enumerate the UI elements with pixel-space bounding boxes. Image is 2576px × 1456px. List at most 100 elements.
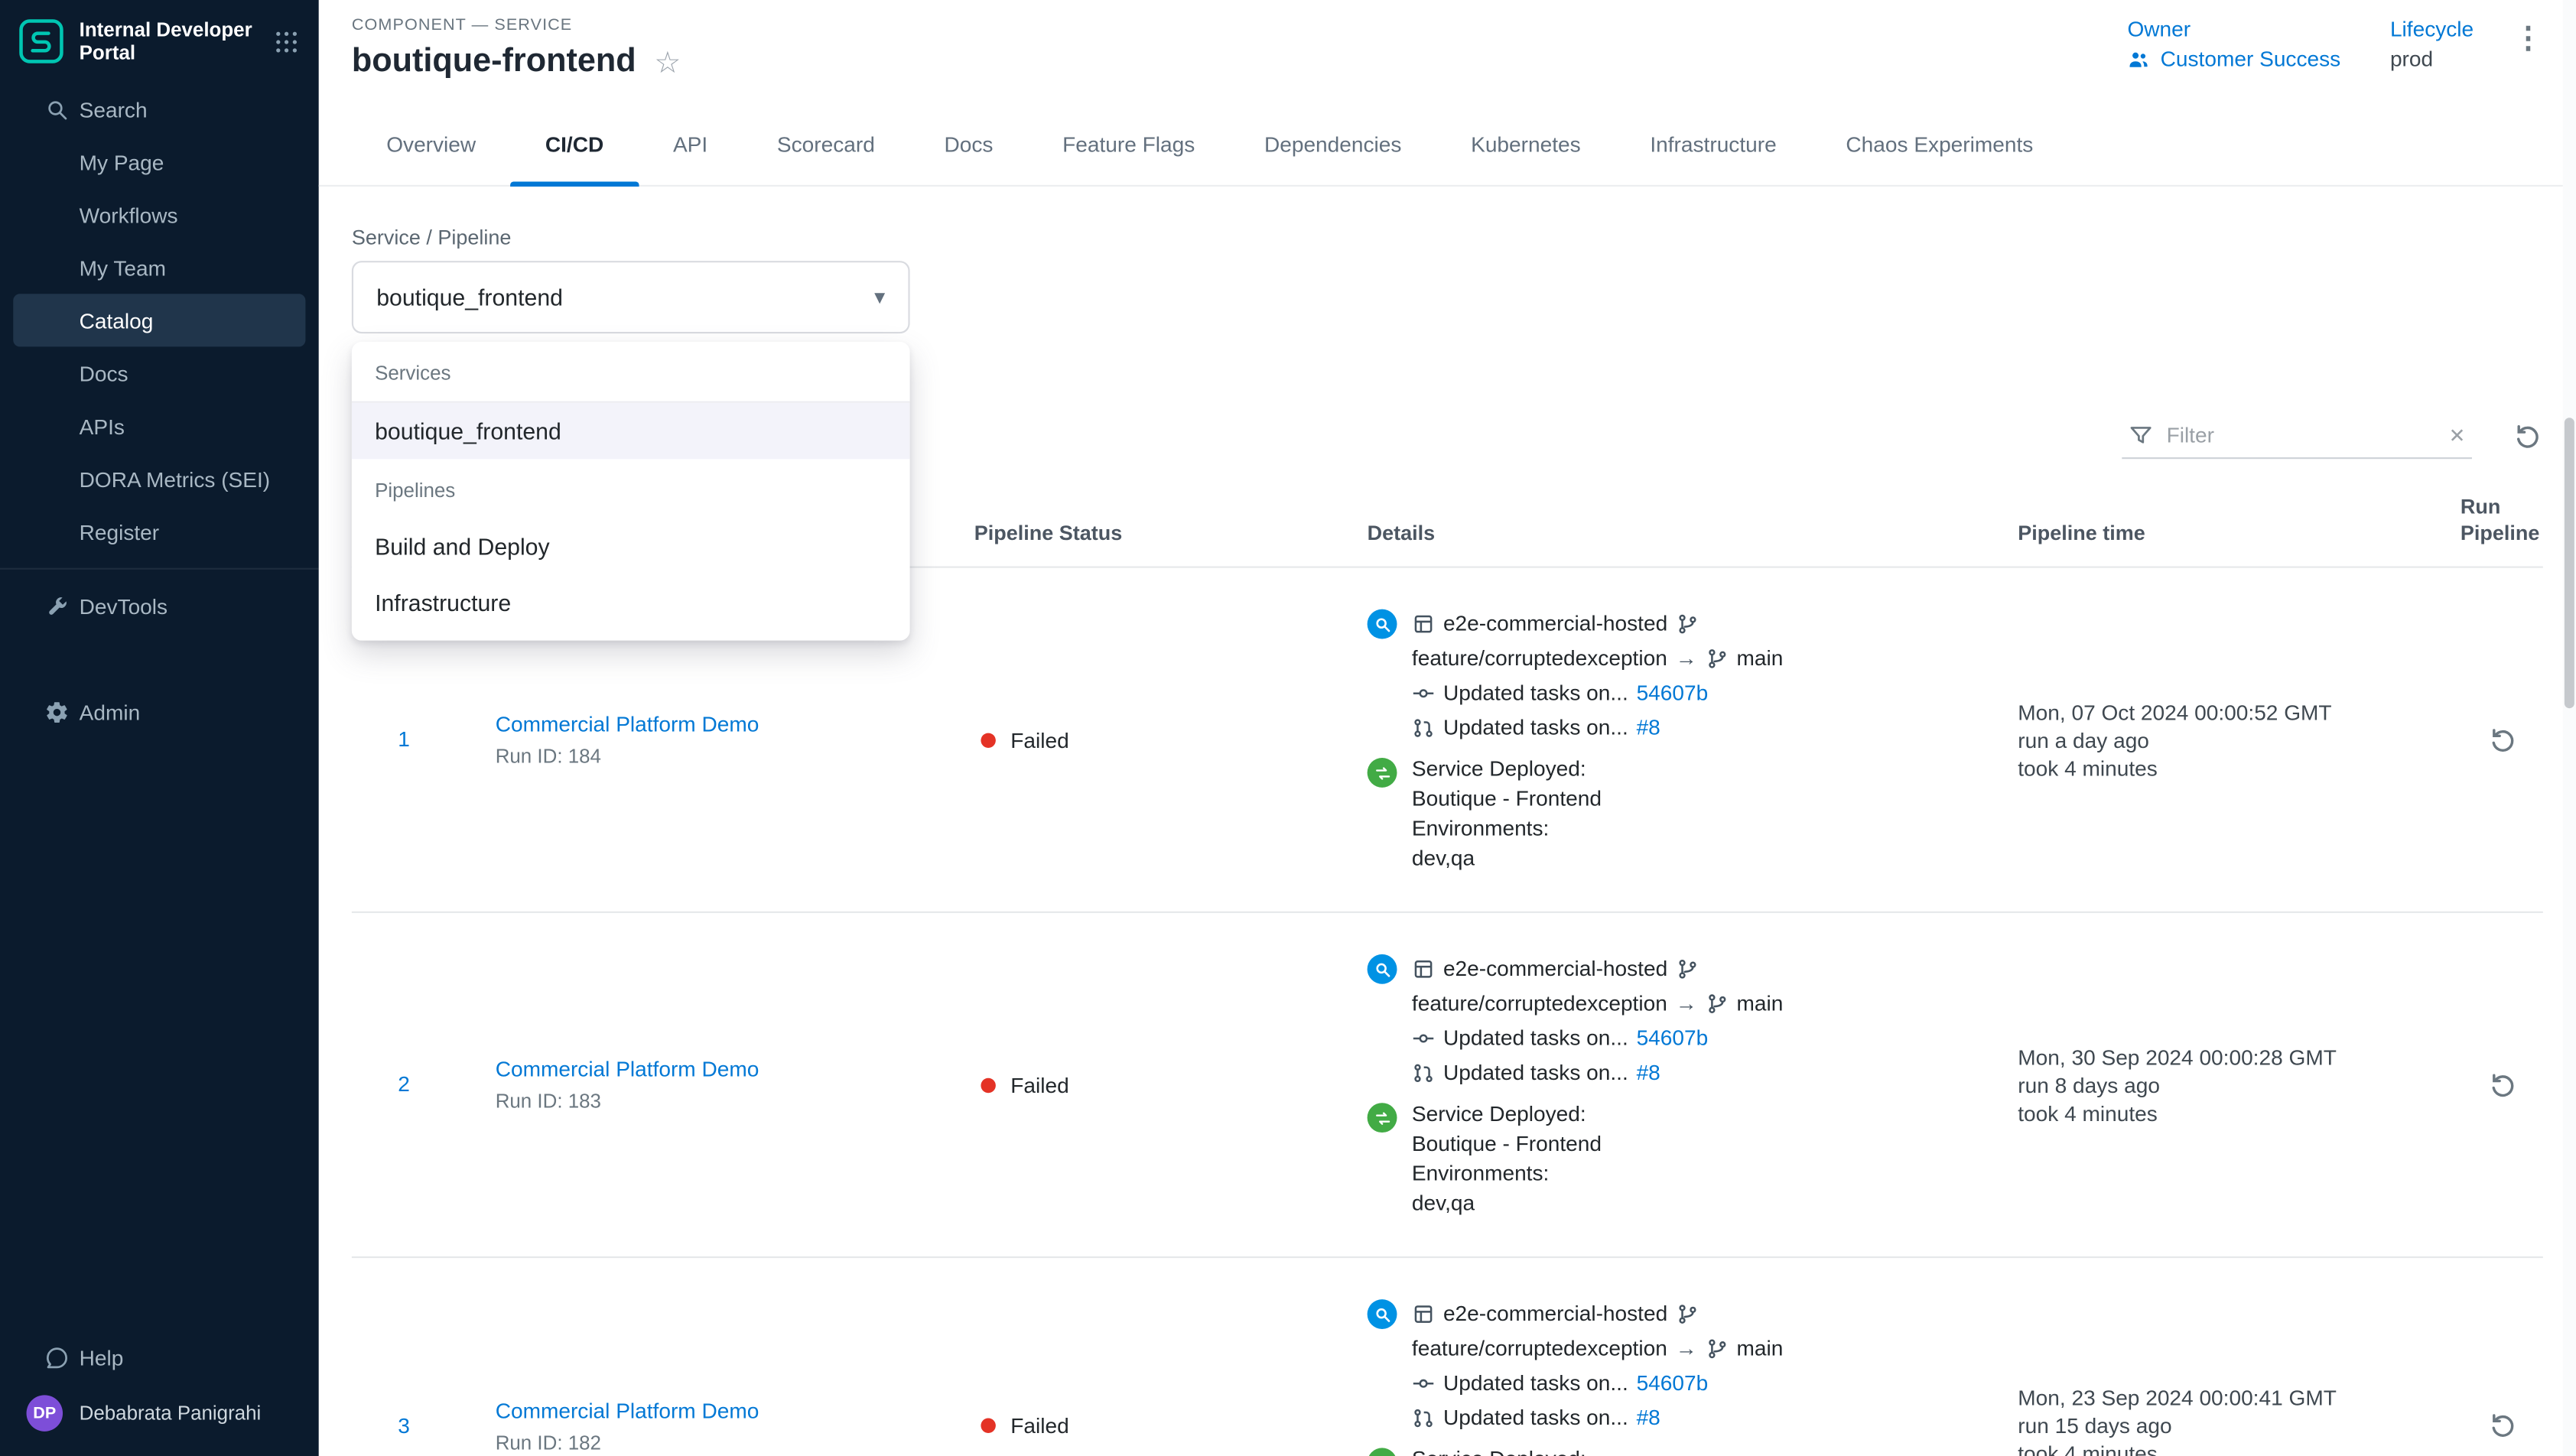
sidebar-item-apis[interactable]: APIs xyxy=(0,399,319,452)
sidebar-item-my-team[interactable]: My Team xyxy=(0,241,319,294)
pr-message: Updated tasks on... xyxy=(1443,1060,1628,1084)
tab-infrastructure[interactable]: Infrastructure xyxy=(1615,102,1811,185)
sidebar-item-docs[interactable]: Docs xyxy=(0,346,319,399)
repository-icon xyxy=(1412,957,1435,980)
deploy-info-line: Service Deployed: xyxy=(1412,1100,1602,1129)
sidebar-item-label: Search xyxy=(80,96,148,121)
tab-cicd[interactable]: CI/CD xyxy=(511,102,639,185)
repo-name: e2e-commercial-hosted xyxy=(1443,956,1667,980)
commit-hash-link[interactable]: 54607b xyxy=(1637,1025,1709,1050)
dropdown-option-infrastructure[interactable]: Infrastructure xyxy=(352,574,910,630)
commit-hash-link[interactable]: 54607b xyxy=(1637,680,1709,704)
pipeline-run-date: Mon, 30 Sep 2024 00:00:28 GMT xyxy=(2018,1042,2461,1071)
run-number-link[interactable]: 3 xyxy=(398,1412,410,1437)
run-pipeline-button[interactable] xyxy=(2486,1069,2517,1100)
run-id: Run ID: 183 xyxy=(496,1090,974,1113)
cicd-content: Service / Pipeline boutique_frontend ▾ S… xyxy=(319,187,2576,1456)
dropdown-group-header: Pipelines xyxy=(352,459,910,518)
status-failed-dot xyxy=(981,733,995,747)
sidebar-item-devtools[interactable]: DevTools xyxy=(0,580,319,632)
owner-value-link[interactable]: Customer Success xyxy=(2161,46,2341,70)
tab-dependencies[interactable]: Dependencies xyxy=(1230,102,1436,185)
sidebar-item-catalog[interactable]: Catalog xyxy=(13,294,305,346)
tab-feature-flags[interactable]: Feature Flags xyxy=(1028,102,1230,185)
lifecycle-label[interactable]: Lifecycle xyxy=(2390,17,2474,41)
source-branch: feature/corruptedexception xyxy=(1412,1336,1667,1360)
dropdown-option-boutique-frontend[interactable]: boutique_frontend xyxy=(352,403,910,459)
page-header: COMPONENT — SERVICE boutique-frontend ☆ … xyxy=(319,0,2576,102)
git-branch-icon xyxy=(1676,1302,1699,1324)
apps-grid-icon[interactable] xyxy=(274,29,298,54)
filter-funnel-icon[interactable] xyxy=(2129,423,2153,447)
run-pipeline-button[interactable] xyxy=(2486,1410,2517,1441)
run-id: Run ID: 184 xyxy=(496,745,974,768)
pipeline-table-body: 1 Commercial Platform Demo Run ID: 184 F… xyxy=(352,568,2543,1456)
sidebar-item-workflows[interactable]: Workflows xyxy=(0,188,319,241)
scrollbar-thumb[interactable] xyxy=(2565,418,2574,708)
sidebar-item-label: Docs xyxy=(80,361,128,385)
gear-icon xyxy=(44,699,79,723)
favorite-star-icon[interactable]: ☆ xyxy=(654,47,681,77)
run-id: Run ID: 182 xyxy=(496,1431,974,1454)
filter-control[interactable]: ✕ xyxy=(2122,413,2472,459)
sidebar-item-register[interactable]: Register xyxy=(0,505,319,558)
main-content: COMPONENT — SERVICE boutique-frontend ☆ … xyxy=(319,0,2576,1456)
git-branch-icon xyxy=(1705,1337,1728,1360)
pr-number-link[interactable]: #8 xyxy=(1637,1060,1660,1084)
pipeline-select[interactable]: boutique_frontend ▾ xyxy=(352,261,910,333)
refresh-button[interactable] xyxy=(2512,420,2543,451)
pipeline-select-dropdown: Services boutique_frontend Pipelines Bui… xyxy=(352,342,910,641)
pipeline-name-link[interactable]: Commercial Platform Demo xyxy=(496,1398,974,1422)
tab-scorecard[interactable]: Scorecard xyxy=(743,102,910,185)
entity-tabs: Overview CI/CD API Scorecard Docs Featur… xyxy=(319,102,2576,187)
sidebar-item-search[interactable]: Search xyxy=(0,83,319,135)
pipeline-name-link[interactable]: Commercial Platform Demo xyxy=(496,1057,974,1081)
status-text: Failed xyxy=(1010,1072,1068,1097)
owner-label[interactable]: Owner xyxy=(2127,17,2340,41)
run-pipeline-button[interactable] xyxy=(2486,724,2517,756)
run-number-link[interactable]: 1 xyxy=(398,726,410,751)
sidebar-item-dora-metrics[interactable]: DORA Metrics (SEI) xyxy=(0,453,319,505)
repository-icon xyxy=(1412,1302,1435,1324)
cd-stage-icon xyxy=(1368,758,1397,788)
repo-name: e2e-commercial-hosted xyxy=(1443,1301,1667,1325)
sidebar-item-label: Admin xyxy=(80,699,141,723)
run-number-link[interactable]: 2 xyxy=(398,1071,410,1096)
deploy-info-line: dev,qa xyxy=(1412,1188,1602,1218)
tab-chaos-experiments[interactable]: Chaos Experiments xyxy=(1811,102,2068,185)
pipeline-picker-label: Service / Pipeline xyxy=(352,226,2543,249)
user-menu[interactable]: DP Debabrata Panigrahi xyxy=(0,1383,319,1443)
chevron-down-icon: ▾ xyxy=(874,284,885,310)
pr-message: Updated tasks on... xyxy=(1443,1405,1628,1429)
filter-input[interactable] xyxy=(2167,423,2436,447)
pipeline-name-link[interactable]: Commercial Platform Demo xyxy=(496,712,974,736)
sidebar-item-my-page[interactable]: My Page xyxy=(0,135,319,188)
sidebar-item-help[interactable]: Help xyxy=(0,1331,319,1383)
col-header-details: Details xyxy=(1368,520,2018,547)
sidebar-divider xyxy=(0,568,319,570)
deploy-info-line: dev,qa xyxy=(1412,843,1602,873)
tab-docs[interactable]: Docs xyxy=(909,102,1028,185)
page-scrollbar xyxy=(2563,0,2576,1456)
sidebar-item-label: Register xyxy=(80,519,160,544)
sidebar-item-admin[interactable]: Admin xyxy=(0,685,319,738)
dropdown-option-build-and-deploy[interactable]: Build and Deploy xyxy=(352,518,910,574)
user-name: Debabrata Panigrahi xyxy=(80,1402,262,1425)
filter-clear-icon[interactable]: ✕ xyxy=(2449,424,2466,447)
git-branch-icon xyxy=(1676,957,1699,980)
sidebar-item-label: Catalog xyxy=(80,308,154,333)
tab-kubernetes[interactable]: Kubernetes xyxy=(1436,102,1615,185)
pr-number-link[interactable]: #8 xyxy=(1637,1405,1660,1429)
table-row: 3 Commercial Platform Demo Run ID: 182 F… xyxy=(352,1258,2543,1456)
pr-number-link[interactable]: #8 xyxy=(1637,715,1660,739)
tab-api[interactable]: API xyxy=(639,102,743,185)
status-text: Failed xyxy=(1010,727,1068,752)
tab-overview[interactable]: Overview xyxy=(352,102,511,185)
table-row: 2 Commercial Platform Demo Run ID: 183 F… xyxy=(352,913,2543,1258)
ci-stage-icon xyxy=(1368,954,1397,984)
deploy-info-line: Environments: xyxy=(1412,814,1602,843)
ci-details-block: e2e-commercial-hosted feature/corruptede… xyxy=(1368,1296,2018,1435)
commit-hash-link[interactable]: 54607b xyxy=(1637,1370,1709,1395)
source-branch: feature/corruptedexception xyxy=(1412,645,1667,670)
more-options-kebab-icon[interactable]: ⋮ xyxy=(2513,23,2543,53)
